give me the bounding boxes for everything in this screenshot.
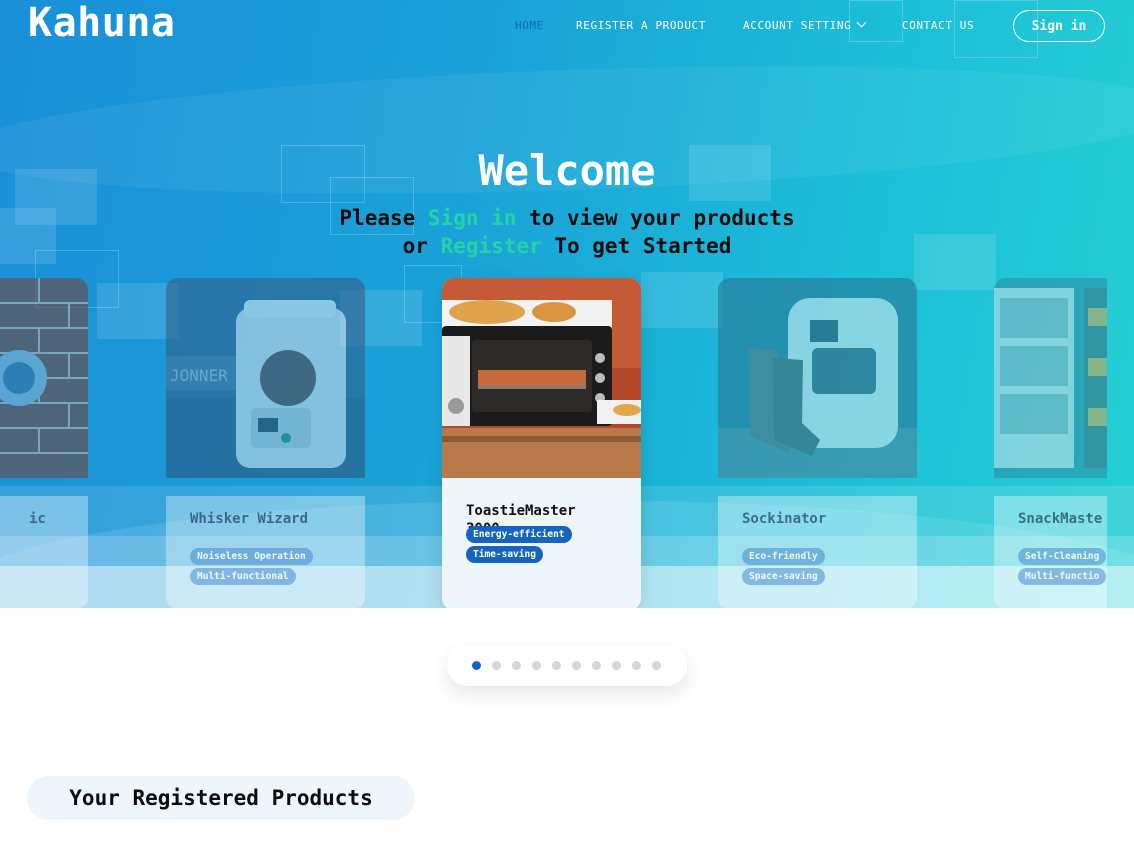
product-info: ic bbox=[0, 496, 88, 608]
hero-title: Welcome bbox=[478, 146, 656, 195]
carousel-pagination bbox=[447, 645, 687, 686]
product-image bbox=[994, 278, 1107, 478]
nav-register-product[interactable]: REGISTER A PRODUCT bbox=[576, 19, 706, 32]
hero-text: To get Started bbox=[541, 234, 732, 258]
product-info: Whisker Wizard Noiseless Operation Multi… bbox=[166, 496, 365, 608]
register-link[interactable]: Register bbox=[441, 234, 542, 258]
sockinator-image bbox=[718, 278, 917, 478]
hero-text: or bbox=[402, 234, 441, 258]
registered-products-title: Your Registered Products bbox=[27, 776, 415, 820]
carousel-dot[interactable] bbox=[552, 661, 561, 670]
product-image bbox=[718, 278, 917, 478]
toaster-oven-image bbox=[442, 278, 641, 478]
hero-text: to view your products bbox=[516, 206, 795, 230]
feature-tag: Energy-efficient bbox=[466, 526, 572, 543]
carousel-dot[interactable] bbox=[472, 661, 481, 670]
product-info: ToastieMaster 3000 Energy-efficient Time… bbox=[442, 478, 641, 608]
brick-wall-image bbox=[0, 278, 88, 478]
product-name: ic bbox=[29, 511, 46, 527]
nav-account-setting-label: ACCOUNT SETTING bbox=[743, 19, 852, 32]
carousel-dot[interactable] bbox=[612, 661, 621, 670]
feature-tag: Time-saving bbox=[466, 546, 543, 563]
nav-account-setting[interactable]: ACCOUNT SETTING bbox=[743, 17, 867, 32]
carousel-dot[interactable] bbox=[492, 661, 501, 670]
product-card-active[interactable]: ToastieMaster 3000 Energy-efficient Time… bbox=[442, 278, 641, 608]
nav-home[interactable]: HOME bbox=[515, 19, 544, 32]
chevron-down-icon bbox=[856, 17, 867, 28]
product-image: JONNER bbox=[166, 278, 365, 478]
product-card[interactable]: ic bbox=[0, 278, 88, 608]
whisker-wizard-image: JONNER bbox=[166, 278, 365, 478]
feature-tag: Multi-functio bbox=[1018, 568, 1107, 585]
feature-tag: Noiseless Operation bbox=[190, 548, 313, 565]
carousel-dot[interactable] bbox=[632, 661, 641, 670]
product-name: SnackMaste bbox=[1018, 511, 1103, 527]
hero-subtitle-line1: Please Sign in to view your products bbox=[0, 206, 1134, 230]
feature-tag: Space-saving bbox=[742, 568, 825, 585]
decor-square bbox=[641, 272, 723, 328]
product-info: Sockinator Eco-friendly Space-saving bbox=[718, 496, 917, 608]
hero-text: Please bbox=[339, 206, 428, 230]
feature-tag: Self-Cleaning bbox=[1018, 548, 1107, 565]
hero-section: Kahuna HOME REGISTER A PRODUCT ACCOUNT S… bbox=[0, 0, 1134, 608]
feature-tag: Multi-functional bbox=[190, 568, 296, 585]
carousel-dot[interactable] bbox=[532, 661, 541, 670]
hero-subtitle-line2: or Register To get Started bbox=[0, 234, 1134, 258]
product-name: Sockinator bbox=[742, 511, 827, 527]
carousel-dot[interactable] bbox=[652, 661, 661, 670]
carousel-dot[interactable] bbox=[512, 661, 521, 670]
product-info: SnackMaste Self-Cleaning Multi-functio bbox=[994, 496, 1107, 608]
feature-tag: Eco-friendly bbox=[742, 548, 825, 565]
svg-text:JONNER: JONNER bbox=[170, 366, 228, 385]
carousel-dot[interactable] bbox=[572, 661, 581, 670]
sign-in-button[interactable]: Sign in bbox=[1013, 10, 1105, 42]
snackmaster-image bbox=[994, 278, 1107, 478]
carousel-dot[interactable] bbox=[592, 661, 601, 670]
logo[interactable]: Kahuna bbox=[28, 0, 176, 46]
product-card[interactable]: JONNER Whisker Wizard Noiseless Operatio… bbox=[166, 278, 365, 608]
product-image bbox=[442, 278, 641, 478]
sign-in-link[interactable]: Sign in bbox=[428, 206, 517, 230]
product-name: Whisker Wizard bbox=[190, 511, 309, 527]
product-card[interactable]: SnackMaste Self-Cleaning Multi-functio bbox=[994, 278, 1107, 608]
product-card[interactable]: Sockinator Eco-friendly Space-saving bbox=[718, 278, 917, 608]
product-image bbox=[0, 278, 88, 478]
nav-contact-us[interactable]: CONTACT US bbox=[902, 19, 974, 32]
